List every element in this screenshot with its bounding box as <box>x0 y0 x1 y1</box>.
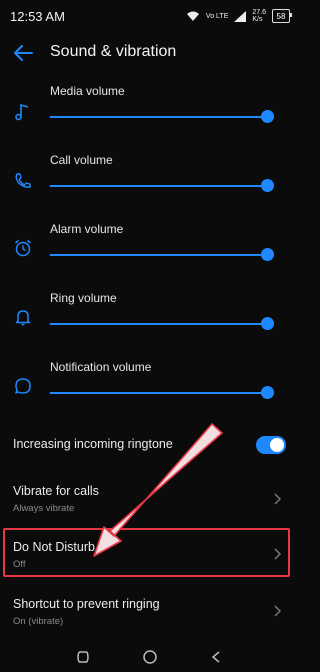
call-volume-row: Call volume <box>0 153 300 213</box>
increasing-ringtone-row[interactable]: Increasing incoming ringtone <box>0 428 300 464</box>
slider-track <box>50 116 267 118</box>
alarm-volume-slider[interactable] <box>50 248 274 262</box>
slider-thumb[interactable] <box>261 248 274 261</box>
signal-icon <box>234 10 247 22</box>
increasing-ringtone-label: Increasing incoming ringtone <box>13 437 173 451</box>
slider-thumb[interactable] <box>261 317 274 330</box>
alarm-clock-icon <box>15 239 31 257</box>
status-time: 12:53 AM <box>10 8 65 24</box>
vibrate-for-calls-label: Vibrate for calls <box>13 484 99 498</box>
media-volume-label: Media volume <box>50 84 125 98</box>
ring-volume-row: Ring volume <box>0 291 300 351</box>
net-speed: 27.6 K/s <box>252 9 266 23</box>
highlight-box <box>3 528 290 577</box>
media-volume-row: Media volume <box>0 84 300 144</box>
back-nav-icon[interactable] <box>209 649 225 665</box>
bell-icon <box>15 310 31 326</box>
page-title: Sound & vibration <box>50 43 177 60</box>
chevron-right-icon <box>274 493 282 505</box>
slider-thumb[interactable] <box>261 386 274 399</box>
alarm-volume-label: Alarm volume <box>50 222 124 236</box>
status-bar: 12:53 AM Vo LTE 27.6 K/s 58 <box>0 0 300 32</box>
ring-volume-label: Ring volume <box>50 291 117 305</box>
notification-volume-slider[interactable] <box>50 386 274 400</box>
shortcut-prevent-ringing-row[interactable]: Shortcut to prevent ringing On (vibrate) <box>0 590 300 634</box>
slider-thumb[interactable] <box>261 179 274 192</box>
home-icon[interactable] <box>142 649 158 665</box>
recent-apps-icon[interactable] <box>75 649 91 665</box>
toggle-knob <box>270 438 284 452</box>
notification-volume-row: Notification volume <box>0 360 300 420</box>
notification-volume-label: Notification volume <box>50 360 152 374</box>
ring-volume-slider[interactable] <box>50 317 274 331</box>
app-header: Sound & vibration <box>0 36 300 70</box>
slider-thumb[interactable] <box>261 110 274 123</box>
alarm-volume-row: Alarm volume <box>0 222 300 282</box>
music-note-icon <box>15 103 29 121</box>
phone-icon <box>15 173 31 188</box>
status-icons: Vo LTE 27.6 K/s 58 <box>186 9 292 23</box>
shortcut-prevent-ringing-value: On (vibrate) <box>13 616 64 627</box>
slider-track <box>50 323 267 325</box>
slider-track <box>50 185 267 187</box>
slider-track <box>50 392 267 394</box>
network-indicator: Vo LTE <box>205 12 229 20</box>
vibrate-for-calls-value: Always vibrate <box>13 503 75 514</box>
chat-bubble-icon <box>15 378 31 394</box>
back-arrow-icon[interactable] <box>12 42 34 64</box>
wifi-icon <box>186 11 199 21</box>
call-volume-slider[interactable] <box>50 179 274 193</box>
media-volume-slider[interactable] <box>50 110 274 124</box>
system-nav-bar <box>0 642 300 672</box>
battery-icon: 58 <box>272 9 292 23</box>
call-volume-label: Call volume <box>50 153 113 167</box>
slider-track <box>50 254 267 256</box>
shortcut-prevent-ringing-label: Shortcut to prevent ringing <box>13 597 160 611</box>
vibrate-for-calls-row[interactable]: Vibrate for calls Always vibrate <box>0 476 300 522</box>
increasing-ringtone-toggle[interactable] <box>256 436 286 454</box>
chevron-right-icon <box>274 605 282 617</box>
